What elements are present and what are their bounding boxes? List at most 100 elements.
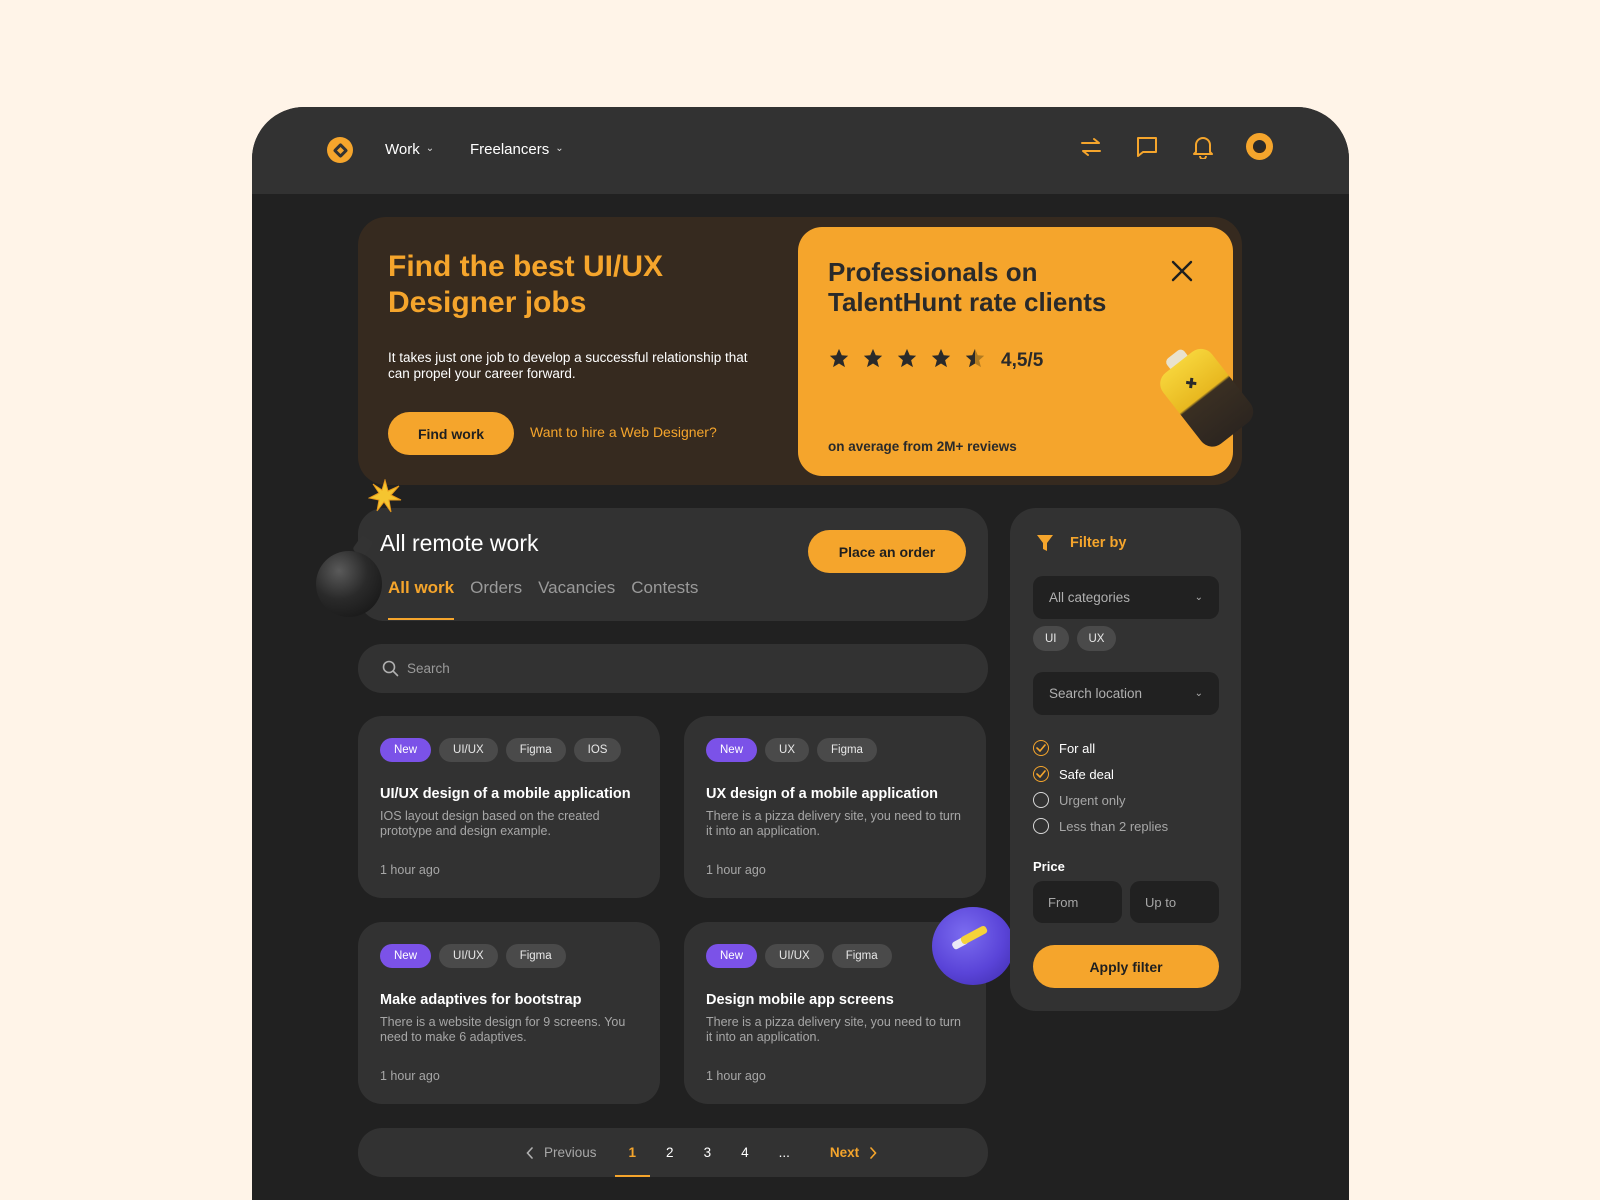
- place-order-button[interactable]: Place an order: [808, 530, 966, 573]
- job-time: 1 hour ago: [380, 863, 440, 877]
- job-time: 1 hour ago: [706, 1069, 766, 1083]
- job-description: There is a website design for 9 screens.…: [380, 1015, 626, 1044]
- option-safe-deal[interactable]: Safe deal: [1033, 766, 1168, 782]
- option-urgent-only[interactable]: Urgent only: [1033, 792, 1168, 808]
- job-tags: New UI/UX Figma: [706, 944, 892, 968]
- job-tags: New UI/UX Figma IOS: [380, 738, 622, 762]
- chat-icon[interactable]: [1134, 134, 1160, 160]
- job-description: IOS layout design based on the created p…: [380, 809, 600, 838]
- promo-subtitle: on average from 2M+ reviews: [828, 439, 1017, 454]
- bomb-illustration: [316, 551, 382, 617]
- tag: IOS: [573, 738, 622, 762]
- option-less-than-2-replies[interactable]: Less than 2 replies: [1033, 818, 1168, 834]
- pagination: Previous 1 2 3 4 ... Next: [358, 1128, 988, 1177]
- option-label: Safe deal: [1059, 766, 1114, 782]
- star-icon: [931, 348, 951, 368]
- promo-title: Professionals on TalentHunt rate clients: [828, 257, 1107, 317]
- nav-freelancers-label: Freelancers: [470, 141, 550, 158]
- job-description: There is a pizza delivery site, you need…: [706, 809, 961, 838]
- price-label: Price: [1033, 859, 1065, 874]
- tag: Figma: [505, 738, 566, 762]
- bell-icon[interactable]: [1190, 134, 1216, 160]
- next-label: Next: [829, 1145, 860, 1160]
- job-title: Make adaptives for bootstrap: [380, 992, 582, 1008]
- spark-icon: [368, 479, 402, 513]
- tab-vacancies[interactable]: Vacancies: [538, 578, 615, 620]
- category-chips: UI UX: [1033, 626, 1117, 651]
- close-icon[interactable]: [1168, 257, 1196, 285]
- check-circle-icon: [1033, 740, 1049, 756]
- next-page-button[interactable]: Next: [812, 1128, 885, 1177]
- section-title: All remote work: [380, 530, 539, 556]
- chevron-down-icon: ⌄: [1194, 688, 1203, 699]
- tag: Figma: [505, 944, 566, 968]
- option-label: Less than 2 replies: [1059, 818, 1169, 834]
- chip-ui[interactable]: UI: [1033, 626, 1069, 651]
- page-4[interactable]: 4: [733, 1128, 757, 1177]
- filter-panel: Filter by All categories ⌄ UI UX Search …: [1010, 508, 1241, 1011]
- tag: Figma: [831, 944, 892, 968]
- chip-ux[interactable]: UX: [1076, 626, 1117, 651]
- job-card[interactable]: New UI/UX Figma Make adaptives for boots…: [358, 922, 660, 1104]
- option-label: Urgent only: [1059, 792, 1126, 808]
- apply-filter-button[interactable]: Apply filter: [1033, 945, 1219, 988]
- page-2[interactable]: 2: [658, 1128, 682, 1177]
- job-description: There is a pizza delivery site, you need…: [706, 1015, 961, 1044]
- previous-label: Previous: [544, 1145, 597, 1160]
- location-select[interactable]: Search location ⌄: [1033, 672, 1219, 715]
- tag-new: New: [380, 738, 432, 762]
- search-icon: [382, 660, 399, 677]
- nav-work[interactable]: Work ⌄: [385, 141, 434, 158]
- tag-new: New: [380, 944, 432, 968]
- work-header-card: All remote work Place an order All work …: [358, 508, 988, 621]
- top-navbar: Work ⌄ Freelancers ⌄: [252, 107, 1349, 194]
- page-1[interactable]: 1: [614, 1128, 650, 1177]
- star-icon: [897, 348, 917, 368]
- swap-icon[interactable]: [1078, 134, 1104, 160]
- chevron-down-icon: ⌄: [1194, 592, 1203, 603]
- job-card[interactable]: New UX Figma UX design of a mobile appli…: [684, 716, 986, 898]
- tab-orders[interactable]: Orders: [470, 578, 522, 620]
- find-work-button[interactable]: Find work: [388, 412, 514, 455]
- rating-value: 4,5/5: [1001, 350, 1044, 371]
- job-tags: New UX Figma: [706, 738, 877, 762]
- option-for-all[interactable]: For all: [1033, 740, 1168, 756]
- chevron-right-icon: [870, 1146, 877, 1159]
- category-select[interactable]: All categories ⌄: [1033, 576, 1219, 619]
- filter-options: For all Safe deal Urgent only Less than …: [1033, 740, 1168, 834]
- avatar[interactable]: [1246, 133, 1273, 160]
- job-title: UI/UX design of a mobile application: [380, 786, 631, 802]
- search-input[interactable]: [407, 661, 967, 676]
- nav-freelancers[interactable]: Freelancers ⌄: [470, 141, 564, 158]
- hire-designer-link[interactable]: Want to hire a Web Designer?: [530, 424, 717, 440]
- tag-new: New: [706, 944, 758, 968]
- logo-icon[interactable]: [327, 137, 353, 163]
- tab-contests[interactable]: Contests: [631, 578, 698, 620]
- job-card[interactable]: New UI/UX Figma IOS UI/UX design of a mo…: [358, 716, 660, 898]
- hero-title: Find the best UI/UX Designer jobs: [388, 250, 664, 319]
- filter-title: Filter by: [1070, 535, 1127, 551]
- job-tags: New UI/UX Figma: [380, 944, 566, 968]
- chevron-down-icon: ⌄: [425, 143, 435, 154]
- price-to-input[interactable]: [1130, 881, 1219, 923]
- button-illustration: [932, 907, 1014, 985]
- option-label: For all: [1059, 740, 1096, 756]
- rating-promo-card: Professionals on TalentHunt rate clients…: [798, 227, 1233, 476]
- job-time: 1 hour ago: [380, 1069, 440, 1083]
- chevron-down-icon: ⌄: [555, 143, 564, 154]
- tag: UX: [765, 738, 809, 762]
- star-icon: [863, 348, 883, 368]
- location-select-value: Search location: [1049, 686, 1143, 701]
- previous-page-button[interactable]: Previous: [518, 1128, 607, 1177]
- star-half-icon: [965, 348, 985, 368]
- chevron-left-icon: [526, 1146, 533, 1159]
- tab-all-work[interactable]: All work: [388, 578, 455, 620]
- filter-icon: [1037, 535, 1053, 551]
- price-from-input[interactable]: [1033, 881, 1122, 923]
- check-circle-icon: [1033, 766, 1049, 782]
- job-title: Design mobile app screens: [706, 992, 894, 1008]
- tag: UI/UX: [439, 944, 498, 968]
- empty-circle-icon: [1033, 818, 1049, 834]
- page-3[interactable]: 3: [696, 1128, 720, 1177]
- rating-stars: [828, 347, 986, 369]
